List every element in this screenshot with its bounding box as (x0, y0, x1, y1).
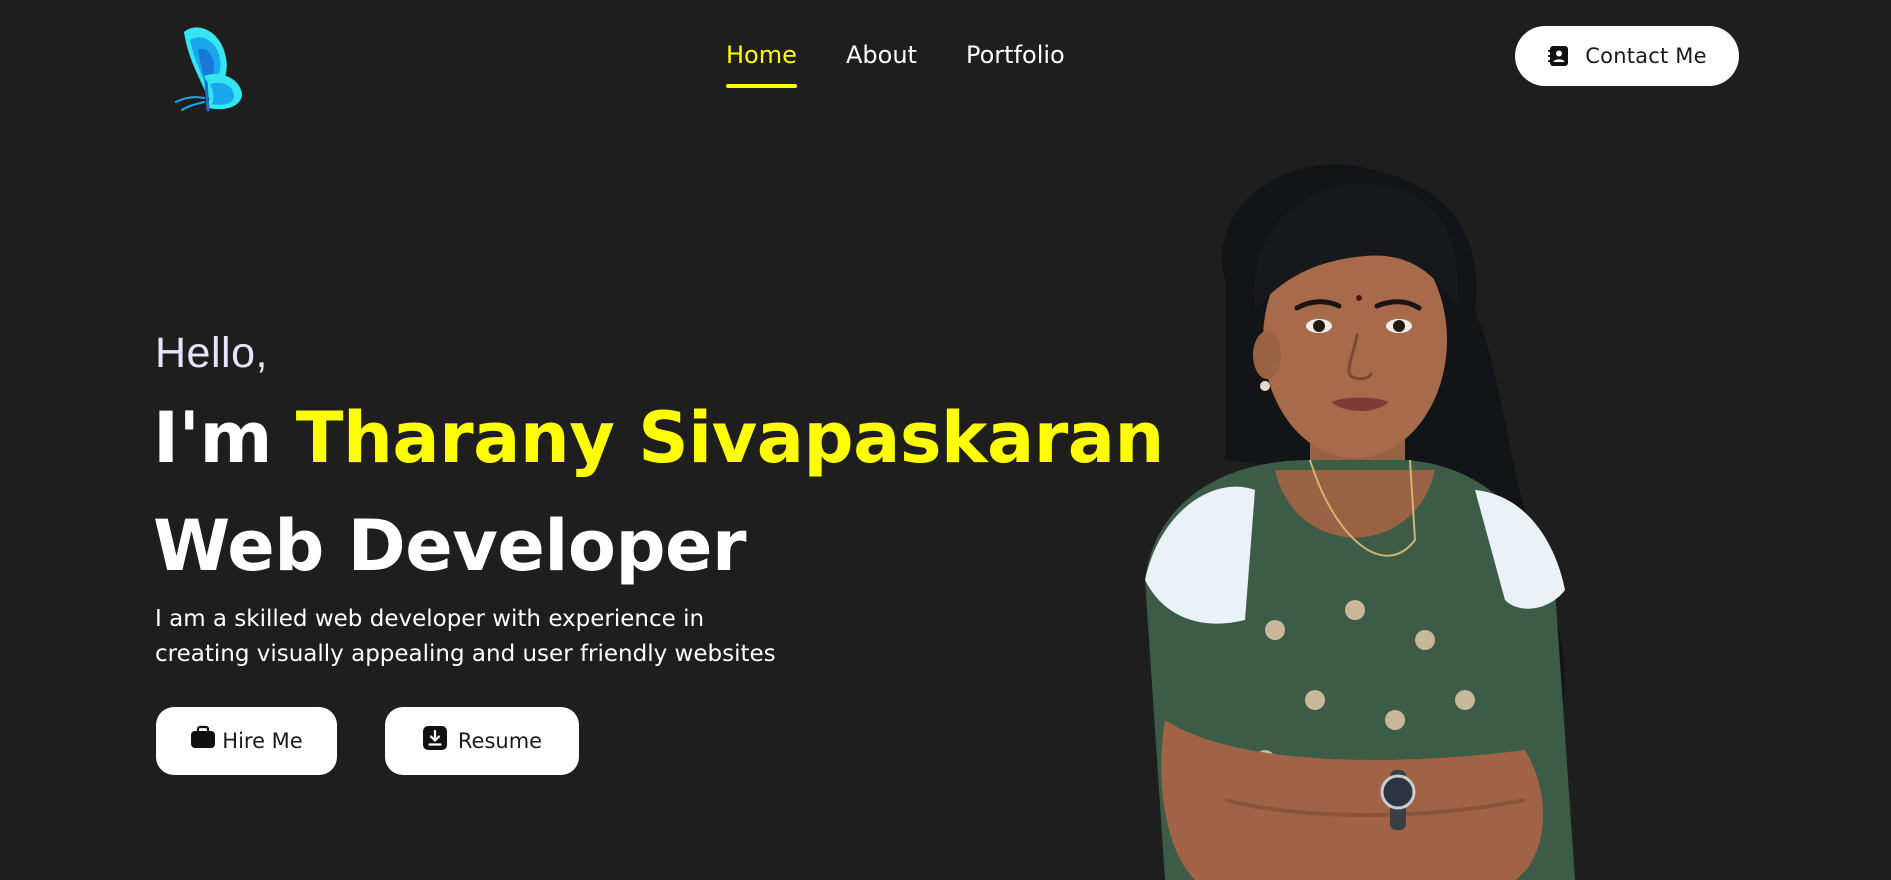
hire-me-label: Hire Me (222, 729, 303, 753)
hero-headline: I'm Tharany Sivapaskaran (153, 396, 1164, 480)
resume-button[interactable]: Resume (385, 707, 579, 775)
briefcase-icon (190, 725, 216, 751)
hero-description-line: creating visually appealing and user fri… (155, 641, 776, 667)
hero-greeting: Hello, (155, 329, 268, 377)
nav-about[interactable]: About (846, 38, 917, 72)
profile-photo (1145, 164, 1575, 880)
contact-me-label: Contact Me (1585, 44, 1707, 68)
hero-role: Web Developer (153, 505, 747, 587)
hire-me-button[interactable]: Hire Me (156, 707, 337, 775)
nav-portfolio[interactable]: Portfolio (966, 38, 1065, 72)
hero-description: I am a skilled web developer with experi… (155, 602, 855, 672)
download-icon (422, 725, 448, 751)
hero-prefix: I'm (153, 397, 296, 479)
resume-label: Resume (457, 729, 543, 753)
hero-name: Tharany Sivapaskaran (295, 397, 1165, 479)
hero-description-line: I am a skilled web developer with experi… (155, 606, 705, 632)
nav-home[interactable]: Home (726, 38, 797, 88)
contact-card-icon (1547, 44, 1571, 68)
contact-me-button[interactable]: Contact Me (1515, 26, 1739, 86)
